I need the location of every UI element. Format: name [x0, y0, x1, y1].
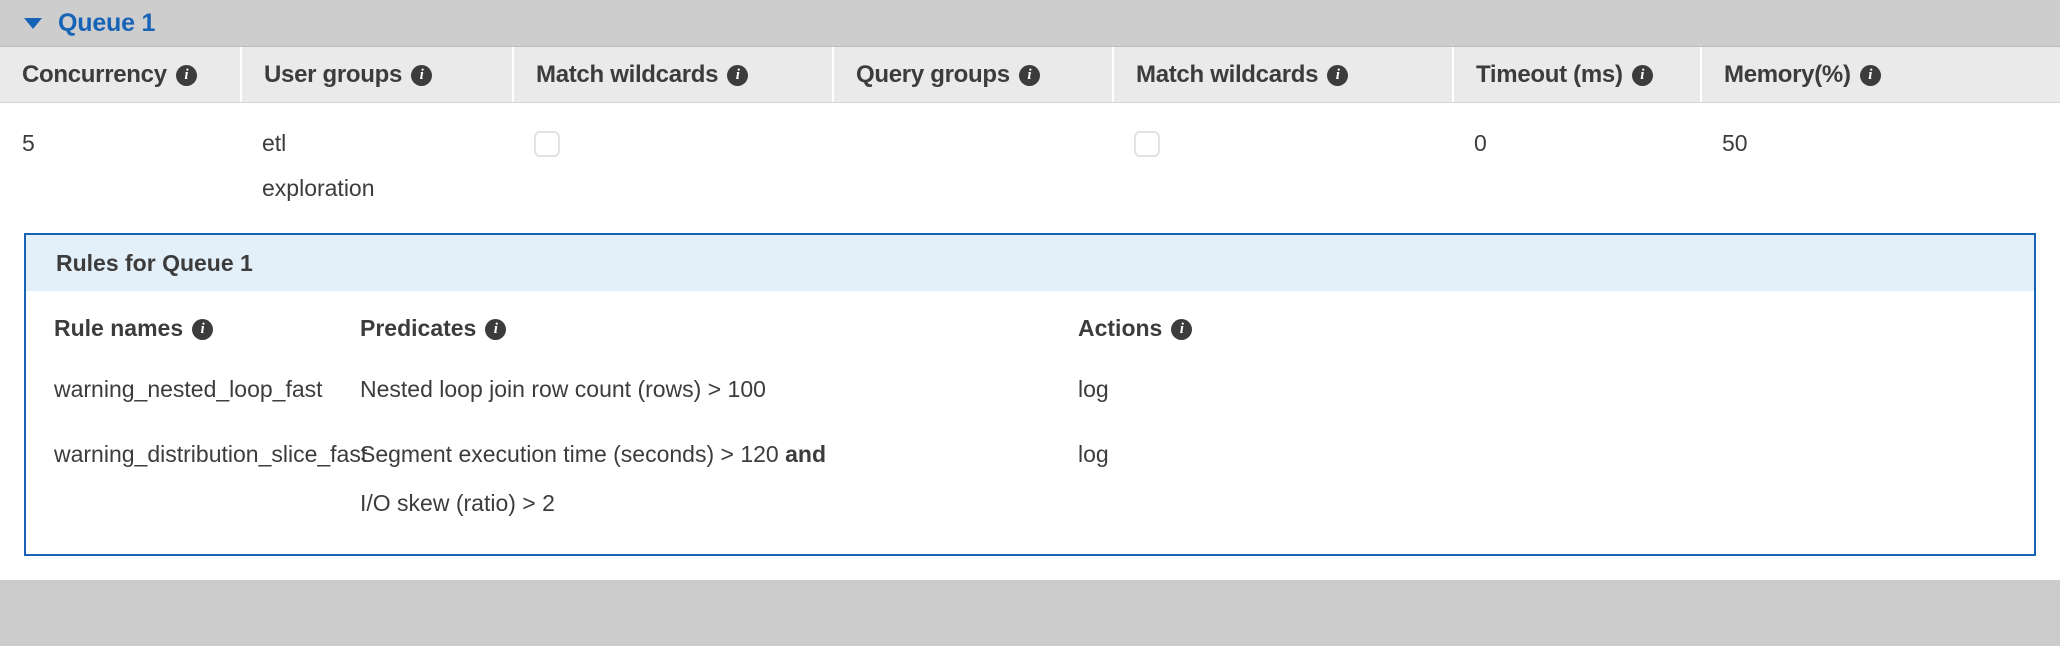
match-wildcards-query-checkbox[interactable] — [1134, 131, 1160, 157]
rules-table-row: warning_distribution_slice_fast Segment … — [26, 430, 2034, 544]
column-header-concurrency: Concurrency i — [0, 47, 240, 102]
user-group-item: exploration — [262, 175, 375, 201]
info-icon[interactable]: i — [411, 65, 433, 86]
predicate-line: Segment execution time (seconds) > 120 a… — [360, 430, 1078, 479]
info-icon[interactable]: i — [727, 65, 749, 86]
info-icon[interactable]: i — [1327, 65, 1349, 86]
cell-memory: 50 — [1722, 130, 1748, 156]
column-header-timeout: Timeout (ms) i — [1452, 47, 1700, 102]
column-header-user-groups: User groups i — [240, 47, 512, 102]
queue-panel: Queue 1 Concurrency i User groups i Matc… — [0, 0, 2060, 646]
queue-header[interactable]: Queue 1 — [0, 0, 2060, 46]
info-icon[interactable]: i — [1018, 65, 1040, 86]
column-header-predicates: Predicates i — [360, 315, 1078, 342]
column-header-label: Query groups — [856, 60, 1010, 88]
info-icon[interactable]: i — [175, 65, 197, 86]
info-icon[interactable]: i — [1631, 65, 1653, 86]
info-icon[interactable]: i — [485, 318, 507, 340]
column-header-label: User groups — [264, 60, 403, 88]
cell-predicates: Nested loop join row count (rows) > 100 — [360, 365, 1078, 414]
predicate-text: Nested loop join row count (rows) > 100 — [360, 376, 766, 402]
column-header-label: Rule names — [54, 314, 184, 341]
cell-match-wildcards-query — [1112, 121, 1452, 157]
rules-table: Rule names i Predicates i Actions i warn… — [26, 291, 2034, 554]
match-wildcards-user-checkbox[interactable] — [534, 131, 560, 157]
column-header-query-groups: Query groups i — [832, 47, 1112, 102]
rules-panel: Rules for Queue 1 Rule names i Predicate… — [24, 233, 2036, 556]
queue-config-table: Concurrency i User groups i Match wildca… — [0, 46, 2060, 580]
column-header-match-wildcards-query: Match wildcards i — [1112, 47, 1452, 102]
table-row: 5 etl exploration 0 50 — [0, 103, 2060, 211]
predicate-operator: and — [785, 441, 826, 467]
column-header-label: Timeout (ms) — [1476, 60, 1623, 88]
chevron-down-icon[interactable] — [24, 17, 42, 29]
column-header-label: Memory(%) — [1724, 60, 1851, 88]
cell-predicates: Segment execution time (seconds) > 120 a… — [360, 430, 1078, 528]
info-icon[interactable]: i — [192, 318, 214, 340]
rules-section: Rules for Queue 1 Rule names i Predicate… — [0, 211, 2060, 580]
column-header-rule-names: Rule names i — [54, 315, 360, 342]
column-header-label: Concurrency — [22, 60, 167, 88]
user-group-item: etl — [262, 130, 287, 156]
info-icon[interactable]: i — [1859, 65, 1881, 86]
predicate-line: Nested loop join row count (rows) > 100 — [360, 365, 1078, 414]
table-header-row: Concurrency i User groups i Match wildca… — [0, 47, 2060, 103]
cell-concurrency: 5 — [22, 130, 35, 156]
queue-title[interactable]: Queue 1 — [58, 9, 155, 38]
cell-rule-name: warning_distribution_slice_fast — [54, 441, 368, 467]
rules-header-row: Rule names i Predicates i Actions i — [26, 291, 2034, 365]
rules-table-row: warning_nested_loop_fast Nested loop joi… — [26, 365, 2034, 430]
rules-panel-title: Rules for Queue 1 — [26, 235, 2034, 291]
column-header-label: Match wildcards — [1136, 60, 1319, 88]
column-header-memory: Memory(%) i — [1700, 47, 2060, 102]
predicate-text: Segment execution time (seconds) > 120 — [360, 441, 786, 467]
column-header-label: Actions — [1078, 314, 1163, 341]
cell-timeout: 0 — [1474, 130, 1487, 156]
column-header-match-wildcards-user: Match wildcards i — [512, 47, 832, 102]
column-header-actions: Actions i — [1078, 315, 1478, 342]
column-header-label: Predicates — [360, 314, 477, 341]
predicate-line: I/O skew (ratio) > 2 — [360, 479, 1078, 528]
cell-rule-name: warning_nested_loop_fast — [54, 376, 323, 402]
predicate-text: I/O skew (ratio) > 2 — [360, 490, 555, 516]
column-header-label: Match wildcards — [536, 60, 719, 88]
info-icon[interactable]: i — [1171, 318, 1193, 340]
cell-match-wildcards-user — [512, 121, 832, 157]
cell-action: log — [1078, 376, 1109, 402]
cell-user-groups: etl exploration — [240, 121, 512, 211]
cell-action: log — [1078, 441, 1109, 467]
